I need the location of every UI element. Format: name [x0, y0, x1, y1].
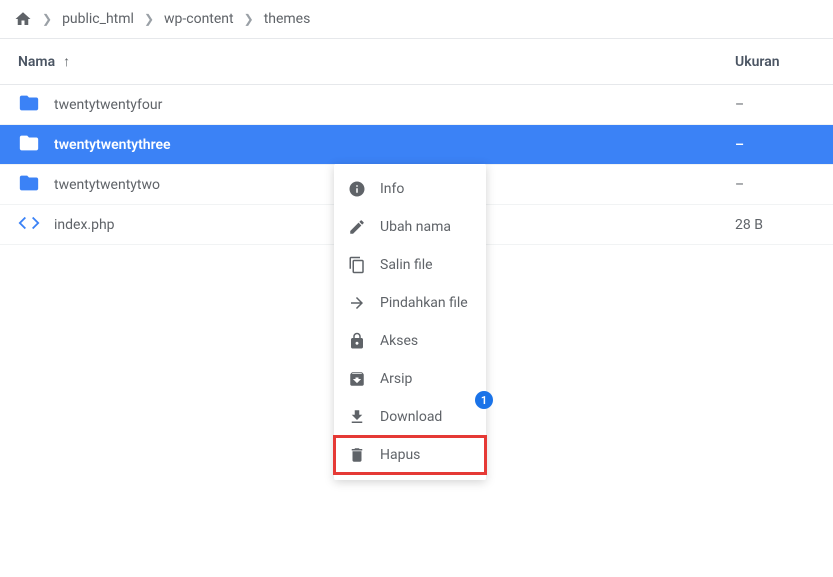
file-size: –: [735, 97, 815, 113]
menu-access[interactable]: Akses: [334, 322, 486, 360]
code-icon: [18, 212, 40, 238]
breadcrumb-item[interactable]: public_html: [62, 11, 134, 27]
menu-archive[interactable]: Arsip: [334, 360, 486, 398]
edit-icon: [348, 218, 366, 236]
table-header: Nama ↑ Ukuran: [0, 39, 833, 85]
column-header-size[interactable]: Ukuran: [735, 54, 815, 70]
breadcrumb-item[interactable]: themes: [264, 11, 311, 27]
lock-icon: [348, 332, 366, 350]
file-name: twentytwentytwo: [54, 177, 160, 193]
menu-info-label: Info: [380, 181, 404, 197]
file-name: twentytwentyfour: [54, 97, 162, 113]
menu-move-label: Pindahkan file: [380, 295, 468, 311]
file-name: twentytwentythree: [54, 137, 171, 153]
menu-delete[interactable]: Hapus: [334, 436, 486, 474]
folder-icon: [18, 172, 40, 198]
copy-icon: [348, 256, 366, 274]
trash-icon: [348, 446, 366, 464]
info-icon: [348, 180, 366, 198]
folder-icon: [18, 132, 40, 158]
file-size: –: [735, 177, 815, 193]
chevron-right-icon: ❯: [42, 12, 52, 26]
column-size-label: Ukuran: [735, 54, 780, 70]
breadcrumb-item[interactable]: wp-content: [164, 11, 234, 27]
menu-delete-label: Hapus: [380, 447, 420, 463]
file-size: 28 B: [735, 217, 815, 233]
menu-info[interactable]: Info: [334, 170, 486, 208]
arrow-up-icon: ↑: [63, 53, 70, 70]
table-row[interactable]: twentytwentythree –: [0, 125, 833, 165]
menu-access-label: Akses: [380, 333, 418, 349]
menu-download-label: Download: [380, 409, 442, 425]
chevron-right-icon: ❯: [144, 12, 154, 26]
archive-icon: [348, 370, 366, 388]
file-size: –: [735, 137, 815, 153]
context-menu: Info Ubah nama Salin file Pindahkan file…: [334, 164, 486, 480]
chevron-right-icon: ❯: [244, 12, 254, 26]
menu-rename-label: Ubah nama: [380, 219, 451, 235]
arrow-right-icon: [348, 294, 366, 312]
menu-archive-label: Arsip: [380, 371, 412, 387]
column-name-label: Nama: [18, 54, 55, 70]
menu-rename[interactable]: Ubah nama: [334, 208, 486, 246]
download-icon: [348, 408, 366, 426]
folder-icon: [18, 92, 40, 118]
column-header-name[interactable]: Nama ↑: [18, 53, 735, 70]
menu-copy[interactable]: Salin file: [334, 246, 486, 284]
breadcrumb: ❯ public_html ❯ wp-content ❯ themes: [0, 0, 833, 39]
download-badge: 1: [475, 391, 493, 409]
file-name: index.php: [54, 217, 115, 233]
home-icon[interactable]: [14, 10, 32, 28]
table-row[interactable]: twentytwentyfour –: [0, 85, 833, 125]
menu-move[interactable]: Pindahkan file: [334, 284, 486, 322]
menu-copy-label: Salin file: [380, 257, 433, 273]
menu-download[interactable]: Download: [334, 398, 486, 436]
